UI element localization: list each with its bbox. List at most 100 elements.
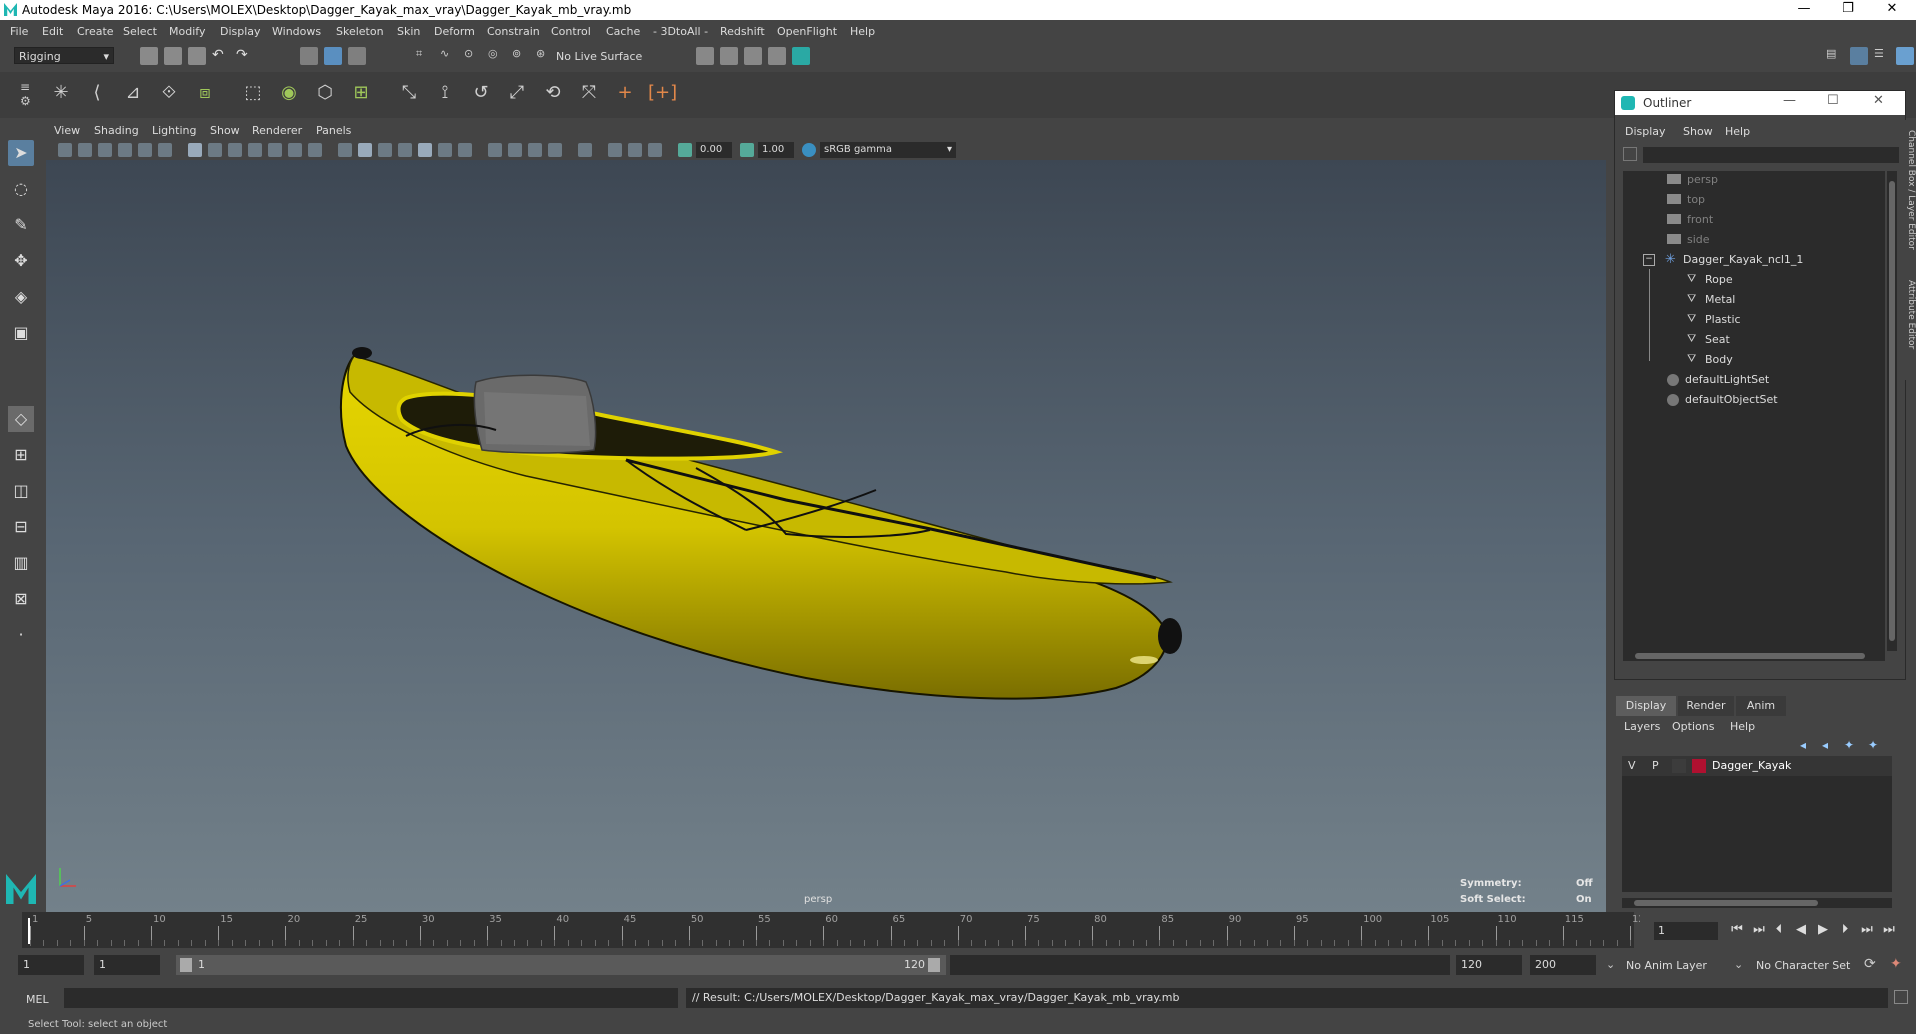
menu-select[interactable]: Select <box>123 25 157 38</box>
parent-constraint-icon[interactable]: ⟲ <box>540 80 566 106</box>
step-forward-key-icon[interactable]: ⏭ <box>1858 922 1876 938</box>
color-management-icon[interactable] <box>802 143 816 157</box>
current-frame-field[interactable]: 1 <box>1654 922 1718 940</box>
rotate-tool-icon[interactable]: ◈ <box>8 284 34 310</box>
outliner-close-button[interactable]: ✕ <box>1873 93 1884 108</box>
kayak-model[interactable] <box>46 160 1606 912</box>
anti-aliasing-icon[interactable] <box>528 143 542 157</box>
menu-modify[interactable]: Modify <box>169 25 205 38</box>
layer-playback-toggle[interactable]: P <box>1652 759 1659 772</box>
wireframe-on-shaded-icon[interactable] <box>398 143 412 157</box>
textured-icon[interactable] <box>418 143 432 157</box>
camera-attributes-icon[interactable] <box>78 143 92 157</box>
frame-icon[interactable]: [+] <box>648 80 677 106</box>
xray-components-icon[interactable] <box>648 143 662 157</box>
move-tool-icon[interactable]: ✥ <box>8 248 34 274</box>
isolate-select-icon[interactable] <box>578 143 592 157</box>
layer-menu-options[interactable]: Options <box>1672 720 1714 733</box>
script-editor-icon[interactable] <box>1894 990 1908 1004</box>
colorspace-dropdown[interactable]: sRGB gamma ▾ <box>820 142 956 158</box>
redo-icon[interactable]: ↷ <box>236 47 254 65</box>
outliner-v-scroll-thumb[interactable] <box>1889 181 1895 641</box>
more-layouts-icon[interactable]: · <box>8 622 34 648</box>
snap-curve-icon[interactable]: ∿ <box>440 47 458 65</box>
four-view-icon[interactable]: ⊞ <box>8 442 34 468</box>
motion-blur-icon[interactable] <box>508 143 522 157</box>
snap-view-icon[interactable]: ◎ <box>488 47 506 65</box>
shadows-icon[interactable] <box>458 143 472 157</box>
vp-menu-show[interactable]: Show <box>210 124 240 137</box>
smooth-shade-icon[interactable] <box>358 143 372 157</box>
paint-select-icon[interactable]: ✎ <box>8 212 34 238</box>
orient-constraint-icon[interactable]: ↺ <box>468 80 494 106</box>
channel-box-tab[interactable]: Channel Box / Layer Editor <box>1904 130 1916 260</box>
wrap-icon[interactable]: ⬡ <box>312 80 338 106</box>
select-component-icon[interactable] <box>348 47 366 65</box>
use-all-lights-icon[interactable] <box>438 143 452 157</box>
collapse-icon[interactable]: − <box>1643 254 1655 266</box>
wireframe-icon[interactable] <box>338 143 352 157</box>
xray-joints-icon[interactable] <box>628 143 642 157</box>
command-language-label[interactable]: MEL <box>26 993 49 1006</box>
image-plane-icon[interactable] <box>118 143 132 157</box>
shelf-menu-icon[interactable]: ≡ ⚙ <box>20 80 34 108</box>
lattice-icon[interactable]: ◉ <box>276 80 302 106</box>
menu-cache[interactable]: Cache <box>606 25 640 38</box>
render-frame-icon[interactable] <box>720 47 738 65</box>
menu-edit[interactable]: Edit <box>42 25 63 38</box>
menuset-dropdown[interactable]: Rigging ▾ <box>14 47 114 64</box>
layer-visibility-toggle[interactable]: V <box>1628 759 1636 772</box>
screen-space-ao-icon[interactable] <box>488 143 502 157</box>
layer-menu-layers[interactable]: Layers <box>1624 720 1660 733</box>
move-layer-down-icon[interactable]: ◂ <box>1822 738 1828 752</box>
scene-start-field[interactable]: 1 <box>18 955 84 975</box>
menu-control[interactable]: Control <box>551 25 591 38</box>
persp-graph-icon[interactable]: ⊟ <box>8 514 34 540</box>
outliner-v-scrollbar[interactable] <box>1887 171 1897 651</box>
tab-render[interactable]: Render <box>1678 696 1734 716</box>
chevron-down-icon[interactable]: ⌄ <box>1606 958 1615 971</box>
menu-deform[interactable]: Deform <box>434 25 475 38</box>
menu-openflight[interactable]: OpenFlight <box>777 25 837 38</box>
menu-skin[interactable]: Skin <box>397 25 420 38</box>
locator-icon[interactable]: + <box>612 80 638 106</box>
safe-action-icon[interactable] <box>288 143 302 157</box>
gate-mask-icon[interactable] <box>248 143 262 157</box>
chevron-down-icon[interactable]: ⌄ <box>1734 958 1743 971</box>
tab-display[interactable]: Display <box>1616 696 1676 716</box>
persp-hypershade-icon[interactable]: ⊠ <box>8 586 34 612</box>
range-start-handle[interactable] <box>180 958 192 972</box>
lasso-tool-icon[interactable]: ◌ <box>8 176 34 202</box>
toggle-panels-icon[interactable]: ☰ <box>1874 47 1892 65</box>
range-slider[interactable]: 1 120 <box>176 955 946 975</box>
ik-spline-icon[interactable]: ⊿ <box>120 80 146 106</box>
field-chart-icon[interactable] <box>268 143 282 157</box>
vp-menu-view[interactable]: View <box>54 124 80 137</box>
wire-icon[interactable]: ⊞ <box>348 80 374 106</box>
snap-surface-icon[interactable]: ⊚ <box>512 47 530 65</box>
step-back-key-icon[interactable]: ⏭ <box>1750 922 1768 938</box>
layer-color-swatch[interactable] <box>1692 759 1706 773</box>
menu-create[interactable]: Create <box>77 25 114 38</box>
time-slider[interactable]: 1 5 10 15 20 25 30 35 40 45 50 55 60 65 70 75 80 85 90 95 10… <box>22 912 1651 948</box>
outliner-menu-display[interactable]: Display <box>1625 125 1666 138</box>
vp-menu-lighting[interactable]: Lighting <box>152 124 196 137</box>
save-scene-icon[interactable] <box>188 47 206 65</box>
depth-of-field-icon[interactable] <box>548 143 562 157</box>
make-live-icon[interactable]: ⊛ <box>536 47 554 65</box>
perspective-viewport[interactable]: persp Symmetry: Off Soft Select: On <box>46 160 1606 912</box>
outliner-menu-show[interactable]: Show <box>1683 125 1713 138</box>
step-forward-frame-icon[interactable]: ⏵ <box>1836 922 1854 938</box>
layer-type-toggle[interactable] <box>1672 759 1686 773</box>
scene-end-field[interactable]: 200 <box>1530 955 1596 975</box>
playback-start-field[interactable]: 1 <box>94 955 160 975</box>
scale-tool-icon[interactable]: ▣ <box>8 320 34 346</box>
outliner-h-scroll-thumb[interactable] <box>1635 653 1865 659</box>
scale-constraint-icon[interactable]: ⤢ <box>504 80 530 106</box>
new-scene-icon[interactable] <box>140 47 158 65</box>
resolution-gate-icon[interactable] <box>228 143 242 157</box>
playback-end-field[interactable]: 120 <box>1456 955 1522 975</box>
character-set-label[interactable]: No Character Set <box>1756 959 1850 972</box>
menu-skeleton[interactable]: Skeleton <box>336 25 384 38</box>
menu-constrain[interactable]: Constrain <box>487 25 540 38</box>
